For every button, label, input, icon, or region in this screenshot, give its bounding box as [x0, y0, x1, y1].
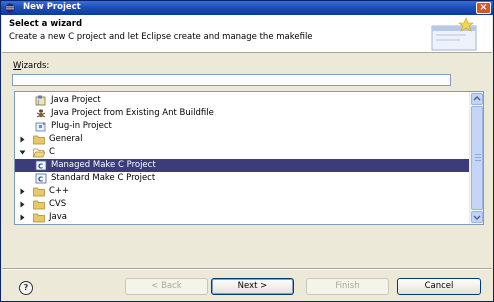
c-project-icon: C: [35, 160, 47, 171]
wizard-banner: Select a wizard Create a new C project a…: [2, 15, 492, 53]
tree-item[interactable]: Java: [15, 211, 469, 224]
tree-item[interactable]: C Managed Make C Project: [15, 159, 469, 172]
folder-open-icon: [32, 147, 46, 158]
folder-icon: [33, 212, 45, 223]
tree-item-label: General: [49, 134, 83, 144]
collapsed-arrow-icon[interactable]: [19, 188, 26, 195]
cancel-button[interactable]: Cancel: [397, 278, 481, 295]
tree-item[interactable]: Java Project from Existing Ant Buildfile: [15, 107, 469, 120]
finish-button[interactable]: Finish: [306, 278, 389, 295]
folder-icon: [33, 134, 45, 145]
collapsed-arrow-icon[interactable]: [19, 201, 26, 208]
tree-item[interactable]: J Java Project: [15, 94, 469, 107]
svg-text:J: J: [37, 100, 39, 106]
wizard-filter-input[interactable]: [12, 74, 451, 86]
tree-item-label: C: [49, 147, 55, 157]
new-project-wizard-icon: [431, 17, 477, 51]
collapsed-arrow-icon[interactable]: [19, 214, 26, 221]
svg-text:C: C: [38, 176, 43, 184]
expanded-arrow-icon[interactable]: [19, 149, 26, 156]
tree-scrollbar[interactable]: [469, 92, 483, 224]
plugin-project-icon: [35, 121, 47, 132]
java-project-icon: J: [35, 95, 47, 106]
tree-item[interactable]: CVS: [15, 198, 469, 211]
eclipse-app-icon: [5, 3, 15, 13]
footer-separator: [2, 268, 492, 270]
tree-item[interactable]: C++: [15, 185, 469, 198]
tree-item-label: Managed Make C Project: [51, 160, 156, 170]
tree-item[interactable]: C: [15, 146, 469, 159]
ant-project-icon: [35, 108, 47, 119]
close-icon[interactable]: ×: [476, 2, 491, 14]
new-project-dialog: New Project × Select a wizard Create a n…: [0, 0, 494, 302]
back-button[interactable]: < Back: [125, 278, 208, 295]
tree-item[interactable]: Plug-in Project: [15, 120, 469, 133]
banner-description: Create a new C project and let Eclipse c…: [9, 32, 313, 42]
scroll-down-button[interactable]: [471, 211, 483, 223]
scroll-thumb[interactable]: [471, 106, 483, 210]
folder-icon: [33, 186, 45, 197]
tree-item-label: Standard Make C Project: [51, 173, 156, 183]
folder-icon: [33, 199, 45, 210]
help-button[interactable]: ?: [19, 281, 33, 295]
tree-item[interactable]: C Standard Make C Project: [15, 172, 469, 185]
wizards-label: Wizards:: [13, 61, 50, 71]
tree-item-label: C++: [49, 186, 70, 196]
tree-item-label: Java Project: [51, 95, 101, 105]
tree-item[interactable]: General: [15, 133, 469, 146]
chevron-up-icon: [473, 96, 481, 101]
collapsed-arrow-icon[interactable]: [19, 136, 26, 143]
window-title: New Project: [23, 2, 81, 12]
tree-item-label: Java Project from Existing Ant Buildfile: [51, 108, 214, 118]
svg-text:C: C: [38, 163, 43, 171]
banner-title: Select a wizard: [9, 19, 83, 29]
tree-item-label: CVS: [49, 199, 67, 209]
wizard-tree: J Java Project Java Project from Existing …: [14, 91, 484, 225]
chevron-down-icon: [473, 215, 481, 220]
scroll-up-button[interactable]: [471, 93, 483, 105]
tree-item-label: Java: [49, 212, 67, 222]
c-project-icon: C: [35, 173, 47, 184]
tree-item-label: Plug-in Project: [51, 121, 112, 131]
title-bar[interactable]: New Project ×: [1, 1, 493, 15]
next-button[interactable]: Next >: [211, 278, 294, 295]
wizard-tree-rows: J Java Project Java Project from Existing …: [15, 92, 469, 224]
